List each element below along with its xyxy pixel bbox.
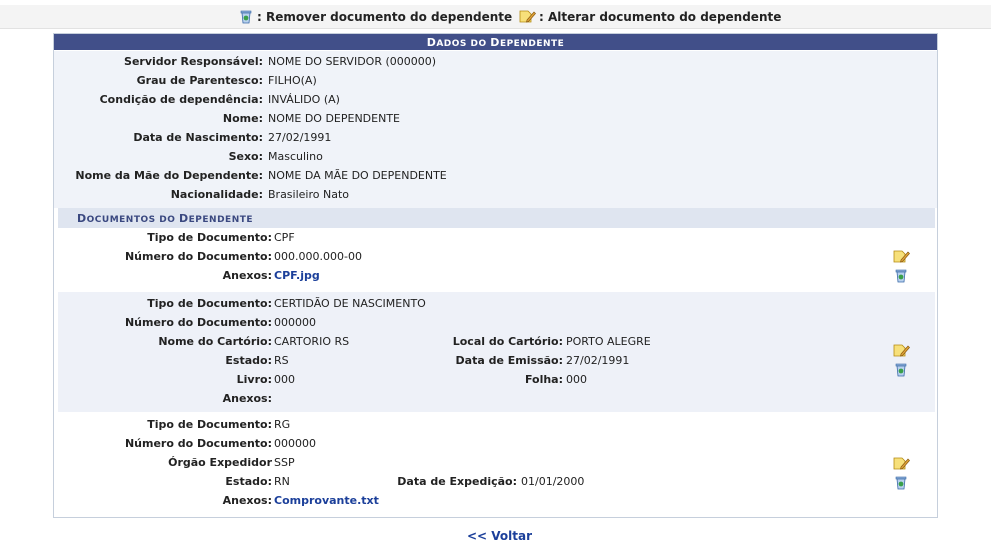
registry-name-value: CARTORIO RS xyxy=(274,335,350,348)
document-actions xyxy=(893,342,935,380)
state-label: Estado: xyxy=(225,475,272,488)
doc-type-label: Tipo de Documento: xyxy=(147,231,272,244)
edit-document-icon[interactable] xyxy=(893,248,911,266)
doc-type-value: CERTIDÃO DE NASCIMENTO xyxy=(274,297,426,310)
field-label: Servidor Responsável: xyxy=(124,55,263,68)
field-value: NOME DO DEPENDENTE xyxy=(268,112,400,125)
doc-type-label: Tipo de Documento: xyxy=(147,297,272,310)
trash-can-icon[interactable] xyxy=(893,267,911,285)
legend-edit: : Alterar documento do dependente xyxy=(519,8,781,24)
doc-number-value: 000.000.000-00 xyxy=(274,250,362,263)
legend-remove: : Remover documento do dependente xyxy=(238,8,512,24)
state-label: Estado: xyxy=(225,354,272,367)
expedition-date-label: Data de Expedição: xyxy=(397,475,517,488)
field-value: Brasileiro Nato xyxy=(268,188,349,201)
trash-can-icon[interactable] xyxy=(893,361,911,379)
doc-type-value: RG xyxy=(274,418,291,431)
doc-number-value: 000000 xyxy=(274,316,316,329)
document-row-cpf: Tipo de Documento: CPF Número do Documen… xyxy=(58,229,935,291)
back-link[interactable]: << Voltar xyxy=(467,529,532,543)
issue-date-label: Data de Emissão: xyxy=(455,354,563,367)
legend-edit-label: : Alterar documento do dependente xyxy=(539,10,782,24)
field-value: 27/02/1991 xyxy=(268,131,332,144)
registry-location-label: Local do Cartório: xyxy=(452,335,563,348)
trash-can-icon xyxy=(240,10,252,24)
expedition-date-value: 01/01/2000 xyxy=(521,475,585,488)
doc-number-value: 000000 xyxy=(274,437,316,450)
document-row-rg: Tipo de Documento: RG Número do Document… xyxy=(58,412,935,516)
panel-title: DADOS DO DEPENDENTE xyxy=(54,34,937,50)
issuing-agency-value: SSP xyxy=(274,456,295,469)
document-actions xyxy=(893,248,935,286)
issue-date-value: 27/02/1991 xyxy=(566,354,630,367)
doc-number-label: Número do Documento: xyxy=(124,250,272,263)
attachment-link-cpf[interactable]: CPF.jpg xyxy=(274,269,320,282)
document-row-certidao: Tipo de Documento: CERTIDÃO DE NASCIMENT… xyxy=(58,292,935,412)
doc-number-label: Número do Documento: xyxy=(124,437,272,450)
attachment-link-comprovante[interactable]: Comprovante.txt xyxy=(274,494,379,507)
documents-section-title: DOCUMENTOS DO DEPENDENTE xyxy=(58,208,935,228)
page-label: Folha: xyxy=(524,373,563,386)
doc-type-label: Tipo de Documento: xyxy=(147,418,272,431)
icon-legend-bar: : Remover documento do dependente : Alte… xyxy=(0,5,991,29)
doc-attachments-label: Anexos: xyxy=(222,494,272,507)
field-label: Grau de Parentesco: xyxy=(136,74,263,87)
field-label: Nacionalidade: xyxy=(170,188,263,201)
field-label: Nome da Mãe do Dependente: xyxy=(75,169,263,182)
doc-attachments-label: Anexos: xyxy=(222,392,272,405)
registry-name-label: Nome do Cartório: xyxy=(158,335,272,348)
doc-number-label: Número do Documento: xyxy=(124,316,272,329)
issuing-agency-label: Órgão Expedidor xyxy=(168,456,272,469)
state-value: RN xyxy=(274,475,290,488)
document-actions xyxy=(893,455,935,493)
dependent-fields: Servidor Responsável: NOME DO SERVIDOR (… xyxy=(54,51,937,208)
state-value: RS xyxy=(274,354,289,367)
field-value: Masculino xyxy=(268,150,323,163)
field-label: Condição de dependência: xyxy=(99,93,263,106)
doc-attachments-label: Anexos: xyxy=(222,269,272,282)
edit-document-icon[interactable] xyxy=(893,342,911,360)
field-label: Data de Nascimento: xyxy=(133,131,263,144)
book-value: 000 xyxy=(274,373,295,386)
registry-location-value: PORTO ALEGRE xyxy=(566,335,651,348)
book-label: Livro: xyxy=(236,373,272,386)
edit-document-icon[interactable] xyxy=(893,455,911,473)
dependent-data-panel: DADOS DO DEPENDENTE Servidor Responsável… xyxy=(53,33,938,518)
doc-type-value: CPF xyxy=(274,231,295,244)
edit-document-icon xyxy=(519,10,536,23)
page-value: 000 xyxy=(566,373,587,386)
field-value: NOME DA MÃE DO DEPENDENTE xyxy=(268,169,447,182)
field-label: Nome: xyxy=(222,112,263,125)
trash-can-icon[interactable] xyxy=(893,474,911,492)
field-label: Sexo: xyxy=(228,150,263,163)
field-value: FILHO(A) xyxy=(268,74,317,87)
legend-remove-label: : Remover documento do dependente xyxy=(257,10,513,24)
field-value: NOME DO SERVIDOR (000000) xyxy=(268,55,437,68)
field-value: INVÁLIDO (A) xyxy=(268,93,340,106)
